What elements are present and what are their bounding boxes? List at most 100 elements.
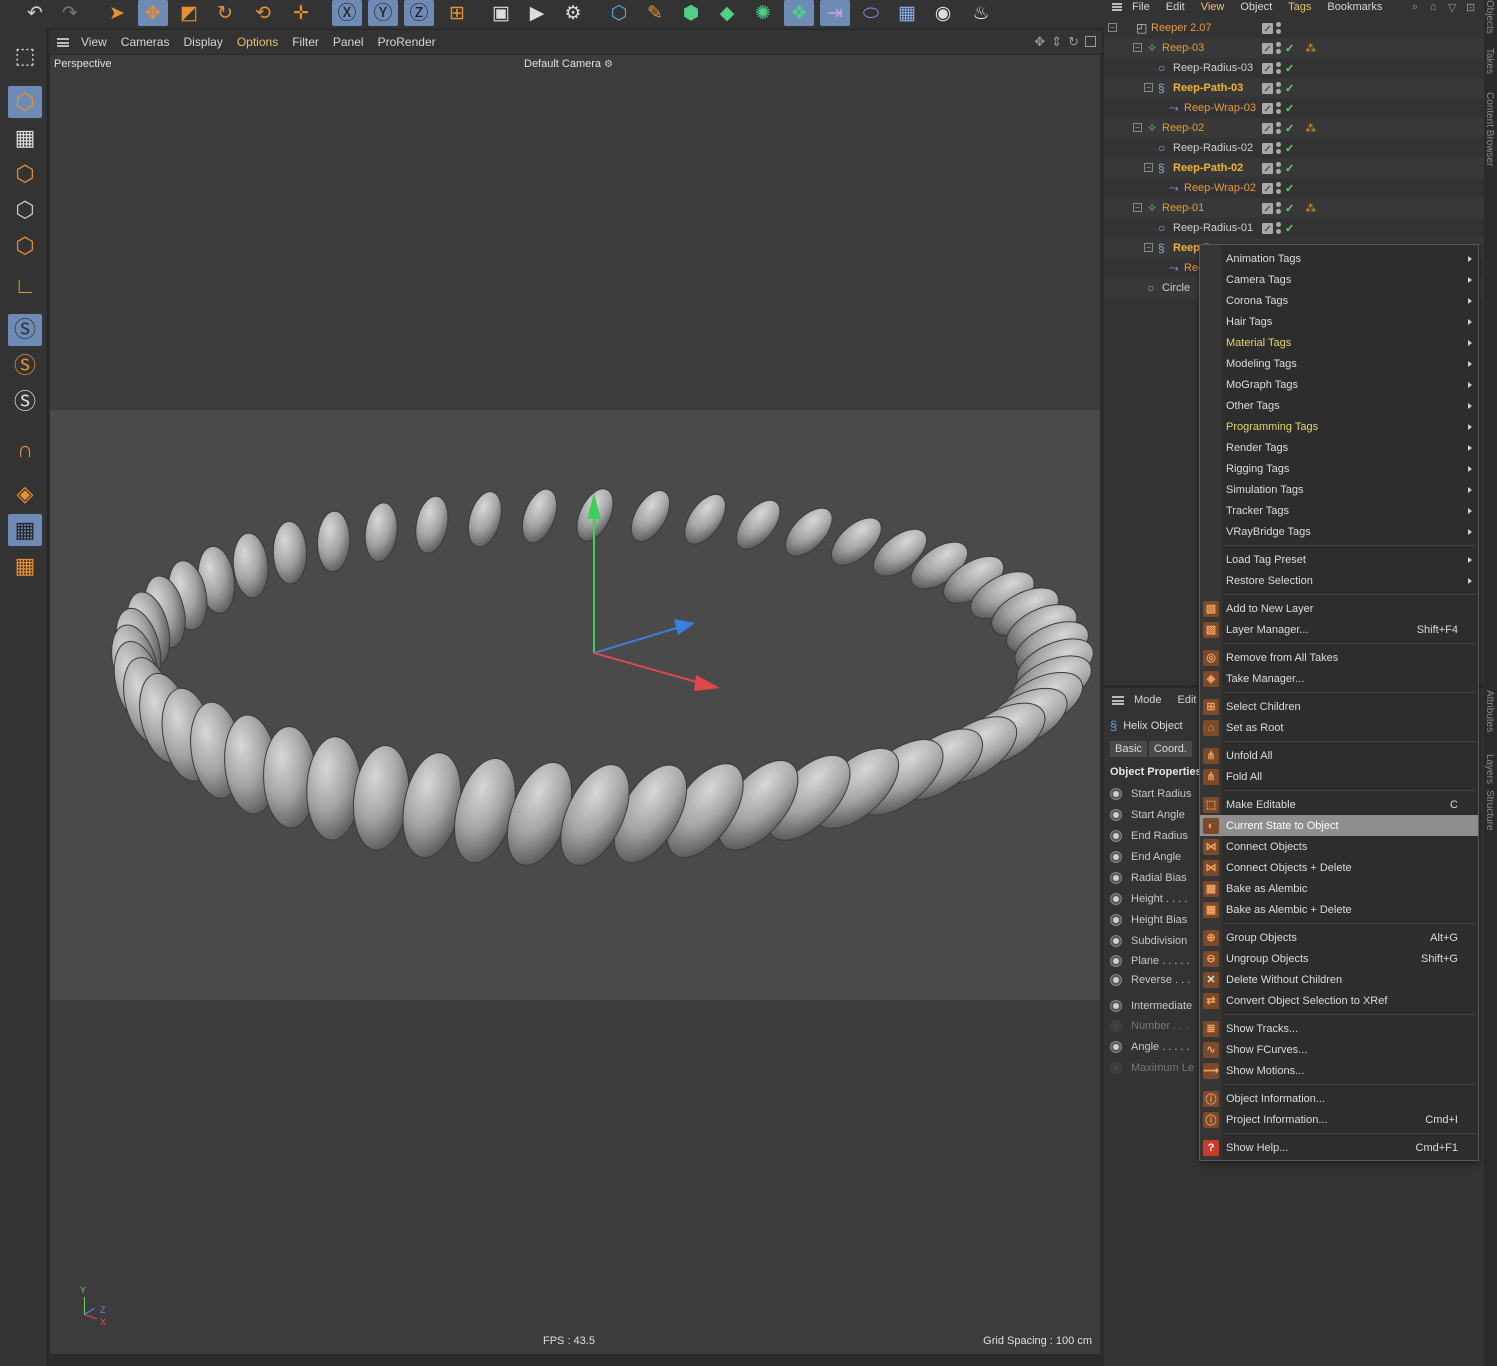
- menu-item-make-editable[interactable]: ⬚ Make Editable C: [1200, 794, 1478, 815]
- menu-item-object-information[interactable]: ⓘ Object Information...: [1200, 1088, 1478, 1109]
- texture-mode-icon[interactable]: ▦: [8, 122, 42, 154]
- animate-radio-icon[interactable]: [1110, 914, 1122, 926]
- am-tab-coord[interactable]: Coord.: [1148, 741, 1192, 757]
- magnet-icon[interactable]: ∩: [8, 434, 42, 466]
- enabled-check-icon[interactable]: ✓: [1285, 122, 1294, 135]
- layer-swatch-icon[interactable]: [1262, 42, 1273, 54]
- camera-icon[interactable]: ◉: [928, 0, 958, 26]
- enabled-check-icon[interactable]: ✓: [1285, 82, 1294, 95]
- viewport-menu-panel[interactable]: Panel: [333, 35, 364, 49]
- side-tab-structure[interactable]: Structure: [1484, 790, 1495, 831]
- attribute-row[interactable]: Maximum Le: [1110, 1062, 1194, 1074]
- attribute-row[interactable]: Plane . . . . .: [1110, 955, 1190, 967]
- undo-icon[interactable]: ↶: [20, 0, 50, 26]
- menu-item-vraybridge-tags[interactable]: VRayBridge Tags: [1200, 521, 1478, 542]
- viewport-menu-options[interactable]: Options: [237, 35, 278, 49]
- menu-item-convert-object-selection-to-xref[interactable]: ⇄ Convert Object Selection to XRef: [1200, 990, 1478, 1011]
- attribute-row[interactable]: Reverse . . .: [1110, 974, 1190, 986]
- object-name[interactable]: Reep-Path-02: [1173, 162, 1243, 174]
- animate-radio-icon[interactable]: [1110, 1020, 1122, 1032]
- viewport[interactable]: Perspective Default Camera ⚙ Y Z X FPS:…: [50, 55, 1100, 1354]
- menu-item-bake-as-alembic[interactable]: ▦ Bake as Alembic: [1200, 878, 1478, 899]
- light-icon[interactable]: ♨: [966, 0, 996, 26]
- object-row[interactable]: − ◰ Reeper 2.07: [1104, 18, 1484, 38]
- animate-radio-icon[interactable]: [1110, 1062, 1122, 1074]
- animate-radio-icon[interactable]: [1110, 788, 1122, 800]
- animate-radio-icon[interactable]: [1110, 851, 1122, 863]
- visibility-dots-icon[interactable]: [1276, 102, 1282, 114]
- om-menu-object[interactable]: Object: [1240, 1, 1272, 13]
- fold-toggle-icon[interactable]: −: [1108, 23, 1117, 32]
- am-menu-mode[interactable]: Mode: [1134, 694, 1162, 706]
- layer-swatch-icon[interactable]: [1262, 202, 1273, 214]
- menu-item-tracker-tags[interactable]: Tracker Tags: [1200, 500, 1478, 521]
- object-name[interactable]: Reep-Radius-02: [1173, 142, 1253, 154]
- visibility-dots-icon[interactable]: [1276, 222, 1282, 234]
- menu-item-camera-tags[interactable]: Camera Tags: [1200, 269, 1478, 290]
- fold-toggle-icon[interactable]: −: [1144, 163, 1153, 172]
- menu-item-show-motions[interactable]: ⟿ Show Motions...: [1200, 1060, 1478, 1081]
- redo-icon[interactable]: ↷: [55, 0, 85, 26]
- planar-workplane-icon[interactable]: ▦: [8, 550, 42, 582]
- menu-item-load-tag-preset[interactable]: Load Tag Preset: [1200, 549, 1478, 570]
- mograph-icon[interactable]: ✺: [748, 0, 778, 26]
- fold-toggle-icon[interactable]: −: [1144, 243, 1153, 252]
- object-name[interactable]: Reep-Radius-01: [1173, 222, 1253, 234]
- om-menu-file[interactable]: File: [1132, 1, 1150, 13]
- attribute-row[interactable]: Start Angle: [1110, 809, 1185, 821]
- object-name[interactable]: Reep-02: [1162, 122, 1204, 134]
- z-axis-icon[interactable]: Ⓩ: [404, 0, 434, 26]
- viewport-menu-filter[interactable]: Filter: [292, 35, 319, 49]
- material-tag-icon[interactable]: ⁂: [1305, 202, 1316, 215]
- menu-item-unfold-all[interactable]: ⋔ Unfold All: [1200, 745, 1478, 766]
- snap-workplane-icon[interactable]: Ⓢ: [8, 386, 42, 418]
- om-new-window-icon[interactable]: ⊡: [1466, 1, 1475, 14]
- render-region-icon[interactable]: ▣: [486, 0, 516, 26]
- fold-toggle-icon[interactable]: −: [1133, 203, 1142, 212]
- om-menu-edit[interactable]: Edit: [1166, 1, 1185, 13]
- x-axis-icon[interactable]: Ⓧ: [332, 0, 362, 26]
- visibility-dots-icon[interactable]: [1276, 182, 1282, 194]
- model-mode-icon[interactable]: ⬡: [8, 86, 42, 118]
- viewport-menu-view[interactable]: View: [81, 35, 107, 49]
- menu-item-show-tracks[interactable]: ≣ Show Tracks...: [1200, 1018, 1478, 1039]
- menu-item-connect-objects[interactable]: ⋈ Connect Objects: [1200, 836, 1478, 857]
- menu-item-set-as-root[interactable]: ⌂ Set as Root: [1200, 717, 1478, 738]
- om-menu-bookmarks[interactable]: Bookmarks: [1327, 1, 1382, 13]
- animate-radio-icon[interactable]: [1110, 1041, 1122, 1053]
- menu-item-show-fcurves[interactable]: ∿ Show FCurves...: [1200, 1039, 1478, 1060]
- animate-radio-icon[interactable]: [1110, 809, 1122, 821]
- enabled-check-icon[interactable]: ✓: [1285, 42, 1294, 55]
- enabled-check-icon[interactable]: ✓: [1285, 162, 1294, 175]
- menu-item-connect-objects-delete[interactable]: ⋈ Connect Objects + Delete: [1200, 857, 1478, 878]
- maximize-icon[interactable]: [1085, 36, 1096, 47]
- om-search-icon[interactable]: ⌕: [1412, 1, 1418, 14]
- object-name[interactable]: Reep-Path-03: [1173, 82, 1243, 94]
- menu-item-show-help[interactable]: ? Show Help... Cmd+F1: [1200, 1137, 1478, 1158]
- attribute-row[interactable]: Radial Bias: [1110, 872, 1187, 884]
- menu-item-ungroup-objects[interactable]: ⊖ Ungroup Objects Shift+G: [1200, 948, 1478, 969]
- visibility-dots-icon[interactable]: [1276, 162, 1282, 174]
- rotate-icon[interactable]: ↻: [210, 0, 240, 26]
- am-tab-basic[interactable]: Basic: [1110, 741, 1147, 757]
- menu-item-modeling-tags[interactable]: Modeling Tags: [1200, 353, 1478, 374]
- coordinate-system-icon[interactable]: ⊞: [442, 0, 472, 26]
- side-tab-content-browser[interactable]: Content Browser: [1484, 92, 1495, 166]
- attribute-row[interactable]: Number . . .: [1110, 1020, 1188, 1032]
- attribute-row[interactable]: Angle . . . . .: [1110, 1041, 1190, 1053]
- menu-item-hair-tags[interactable]: Hair Tags: [1200, 311, 1478, 332]
- menu-item-rigging-tags[interactable]: Rigging Tags: [1200, 458, 1478, 479]
- select-icon[interactable]: ➤: [102, 0, 132, 26]
- object-name[interactable]: Reep-Wrap-03: [1184, 102, 1256, 114]
- menu-item-add-to-new-layer[interactable]: ▧ Add to New Layer: [1200, 598, 1478, 619]
- menu-item-select-children[interactable]: ⊞ Select Children: [1200, 696, 1478, 717]
- animate-radio-icon[interactable]: [1110, 935, 1122, 947]
- object-name[interactable]: Reep-Wrap-02: [1184, 182, 1256, 194]
- object-name[interactable]: Reeper 2.07: [1151, 22, 1212, 34]
- object-name[interactable]: Reep-01: [1162, 202, 1204, 214]
- snap-icon[interactable]: Ⓢ: [8, 314, 42, 346]
- menu-item-bake-as-alembic-delete[interactable]: ▦ Bake as Alembic + Delete: [1200, 899, 1478, 920]
- scale-icon[interactable]: ◩: [174, 0, 204, 26]
- extrude-icon[interactable]: ◆: [712, 0, 742, 26]
- menu-item-simulation-tags[interactable]: Simulation Tags: [1200, 479, 1478, 500]
